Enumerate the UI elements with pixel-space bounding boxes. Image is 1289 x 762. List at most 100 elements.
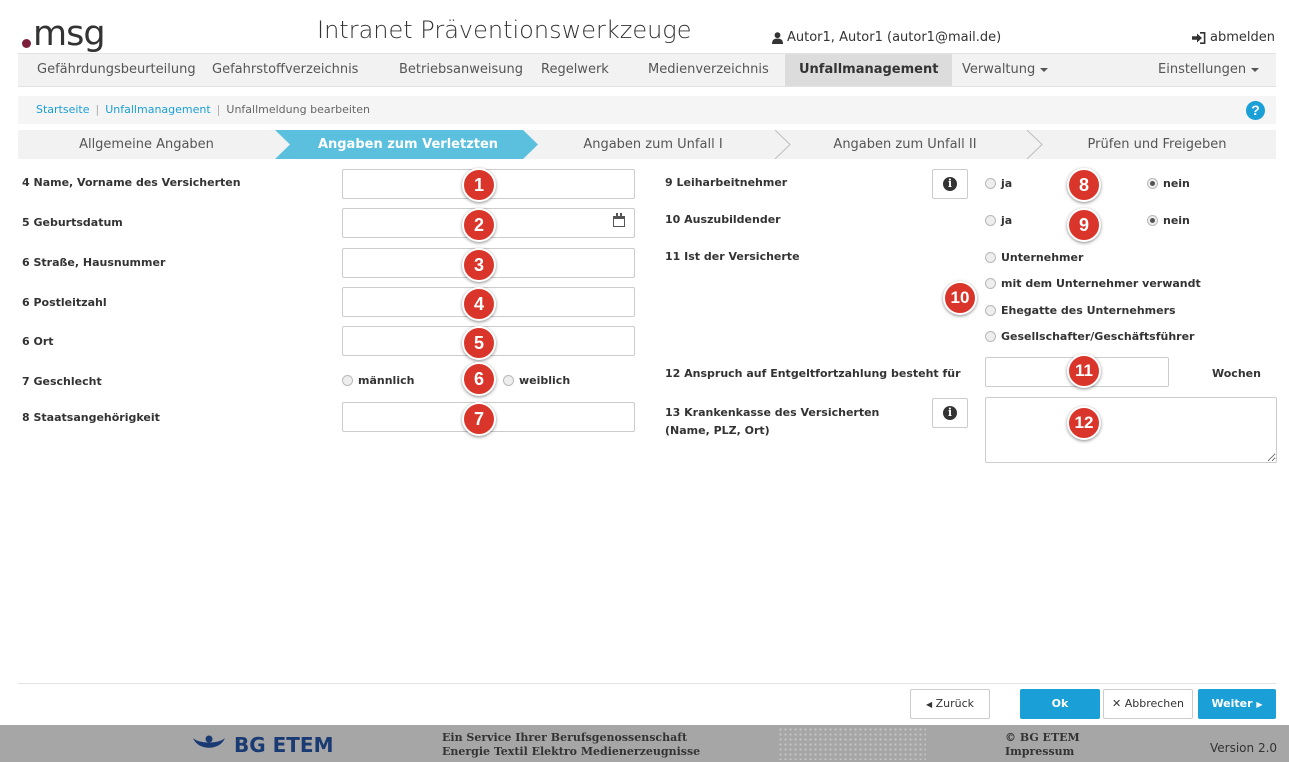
temp-worker-yes-label: ja bbox=[1001, 177, 1013, 190]
health-insurance-textarea[interactable] bbox=[985, 397, 1277, 463]
next-button[interactable]: Weiter ▶ bbox=[1198, 689, 1276, 719]
health-insurance-sublabel: (Name, PLZ, Ort) bbox=[665, 424, 770, 437]
insured-shareholder-radio[interactable]: Gesellschafter/Geschäftsführer bbox=[985, 330, 1194, 343]
footer-service-line-1: Ein Service Ihrer Berufsgenossenschaft bbox=[442, 731, 688, 744]
calendar-icon[interactable] bbox=[613, 213, 625, 227]
temp-worker-no-radio[interactable]: nein bbox=[1147, 177, 1190, 190]
gender-label: 7 Geschlecht bbox=[22, 375, 102, 388]
footer-copyright: © BG ETEM Impressum bbox=[1005, 731, 1080, 759]
step-pruefen-und-freigeben[interactable]: Prüfen und Freigeben bbox=[1038, 130, 1276, 159]
trainee-yes-radio[interactable]: ja bbox=[985, 214, 1012, 227]
cancel-button-label: Abbrechen bbox=[1124, 697, 1184, 710]
badge-12: 12 bbox=[1067, 406, 1101, 440]
radio-dot bbox=[342, 375, 353, 386]
birthdate-label: 5 Geburtsdatum bbox=[22, 216, 123, 229]
chevron-down-icon bbox=[1251, 67, 1260, 72]
nav-item-einstellungen[interactable]: Einstellungen bbox=[1158, 54, 1260, 86]
nationality-label: 8 Staatsangehörigkeit bbox=[22, 411, 160, 424]
breadcrumb-unfallmanagement[interactable]: Unfallmanagement bbox=[105, 103, 210, 116]
trainee-no-radio[interactable]: nein bbox=[1147, 214, 1190, 227]
badge-8: 8 bbox=[1067, 168, 1101, 202]
insured-option-label: mit dem Unternehmer verwandt bbox=[1001, 277, 1201, 290]
footer-service-text: Ein Service Ihrer Berufsgenossenschaft E… bbox=[442, 731, 700, 759]
step-angaben-zum-unfall-1[interactable]: Angaben zum Unfall I bbox=[533, 130, 773, 159]
insured-option-label: Unternehmer bbox=[1001, 251, 1084, 264]
breadcrumb-separator: | bbox=[95, 103, 100, 116]
radio-dot bbox=[985, 278, 996, 289]
user-info: Autor1, Autor1 (autor1@mail.de) bbox=[772, 30, 1001, 45]
insured-entrepreneur-radio[interactable]: Unternehmer bbox=[985, 251, 1083, 264]
trainee-label: 10 Auszubildender bbox=[665, 213, 781, 226]
badge-3: 3 bbox=[462, 248, 496, 282]
radio-dot bbox=[985, 331, 996, 342]
badge-1: 1 bbox=[462, 168, 496, 202]
logout-label: abmelden bbox=[1210, 30, 1275, 45]
info-icon: i bbox=[943, 177, 957, 191]
footer-version: Version 2.0 bbox=[1210, 741, 1278, 755]
temp-worker-label: 9 Leiharbeitnehmer bbox=[665, 176, 788, 189]
back-button[interactable]: ◀ Zurück bbox=[910, 689, 990, 719]
info-icon: i bbox=[943, 406, 957, 420]
badge-9: 9 bbox=[1067, 208, 1101, 242]
badge-2: 2 bbox=[462, 208, 496, 242]
badge-7: 7 bbox=[462, 402, 496, 436]
insured-related-radio[interactable]: mit dem Unternehmer verwandt bbox=[985, 277, 1201, 290]
ok-button[interactable]: Ok bbox=[1020, 689, 1100, 719]
trainee-yes-label: ja bbox=[1001, 214, 1013, 227]
street-label: 6 Straße, Hausnummer bbox=[22, 256, 166, 269]
zip-label: 6 Postleitzahl bbox=[22, 296, 107, 309]
logo-text: msg bbox=[33, 14, 106, 54]
insured-option-label: Ehegatte des Unternehmers bbox=[1001, 304, 1176, 317]
health-insurance-info-button[interactable]: i bbox=[932, 398, 968, 428]
city-label: 6 Ort bbox=[22, 335, 54, 348]
footer-service-line-2: Energie Textil Elektro Medienerzeugnisse bbox=[442, 745, 701, 758]
breadcrumb-separator: | bbox=[216, 103, 221, 116]
nav-item-gefahrstoffverzeichnis[interactable]: Gefahrstoffverzeichnis bbox=[212, 54, 358, 86]
nav-item-gefaehrdungsbeurteilung[interactable]: Gefährdungsbeurteilung bbox=[37, 54, 196, 86]
logo-dot bbox=[22, 39, 31, 48]
gender-male-radio[interactable]: männlich bbox=[342, 374, 414, 387]
back-button-label: Zurück bbox=[935, 697, 975, 710]
insured-is-label: 11 Ist der Versicherte bbox=[665, 250, 800, 263]
badge-5: 5 bbox=[462, 326, 496, 360]
nav-item-unfallmanagement[interactable]: Unfallmanagement bbox=[785, 54, 953, 86]
radio-dot bbox=[985, 252, 996, 263]
gender-female-radio[interactable]: weiblich bbox=[503, 374, 570, 387]
gender-male-label: männlich bbox=[358, 374, 415, 387]
nav-item-betriebsanweisung[interactable]: Betriebsanweisung bbox=[399, 54, 523, 86]
step-allgemeine-angaben[interactable]: Allgemeine Angaben bbox=[18, 130, 275, 159]
temp-worker-info-button[interactable]: i bbox=[932, 169, 968, 199]
gender-female-label: weiblich bbox=[519, 374, 571, 387]
cancel-button[interactable]: ✕ Abbrechen bbox=[1103, 689, 1193, 719]
health-insurance-label: 13 Krankenkasse des Versicherten bbox=[665, 406, 880, 419]
msg-logo: msg bbox=[22, 12, 106, 54]
temp-worker-yes-radio[interactable]: ja bbox=[985, 177, 1012, 190]
insured-option-label: Gesellschafter/Geschäftsführer bbox=[1001, 330, 1195, 343]
temp-worker-no-label: nein bbox=[1163, 177, 1190, 190]
chevron-down-icon bbox=[1040, 67, 1049, 72]
footer-dot-pattern bbox=[778, 727, 926, 760]
radio-dot bbox=[503, 375, 514, 386]
badge-4: 4 bbox=[462, 287, 496, 321]
user-name: Autor1, Autor1 (autor1@mail.de) bbox=[787, 30, 1002, 45]
nav-item-regelwerk[interactable]: Regelwerk bbox=[541, 54, 609, 86]
logout-link[interactable]: abmelden bbox=[1192, 30, 1275, 45]
help-icon[interactable]: ? bbox=[1246, 101, 1265, 120]
nav-item-verwaltung[interactable]: Verwaltung bbox=[962, 54, 1049, 86]
nav-item-medienverzeichnis[interactable]: Medienverzeichnis bbox=[648, 54, 769, 86]
badge-11: 11 bbox=[1067, 354, 1101, 388]
radio-dot bbox=[985, 178, 996, 189]
times-icon: ✕ bbox=[1111, 697, 1122, 710]
main-nav: Gefährdungsbeurteilung Gefahrstoffverzei… bbox=[18, 53, 1276, 87]
footer-imprint-link[interactable]: Impressum bbox=[1005, 745, 1080, 759]
step-angaben-zum-verletzten[interactable]: Angaben zum Verletzten bbox=[288, 130, 528, 159]
radio-dot-selected bbox=[1147, 178, 1158, 189]
radio-dot bbox=[985, 305, 996, 316]
insured-spouse-radio[interactable]: Ehegatte des Unternehmers bbox=[985, 304, 1176, 317]
step-angaben-zum-unfall-2[interactable]: Angaben zum Unfall II bbox=[785, 130, 1025, 159]
radio-dot-selected bbox=[1147, 215, 1158, 226]
bg-etem-logo: BG ETEM bbox=[192, 733, 334, 757]
pay-continuation-unit: Wochen bbox=[1212, 367, 1261, 380]
wizard-steps: Allgemeine Angaben Angaben zum Verletzte… bbox=[18, 130, 1276, 159]
breadcrumb-startseite[interactable]: Startseite bbox=[36, 103, 90, 116]
